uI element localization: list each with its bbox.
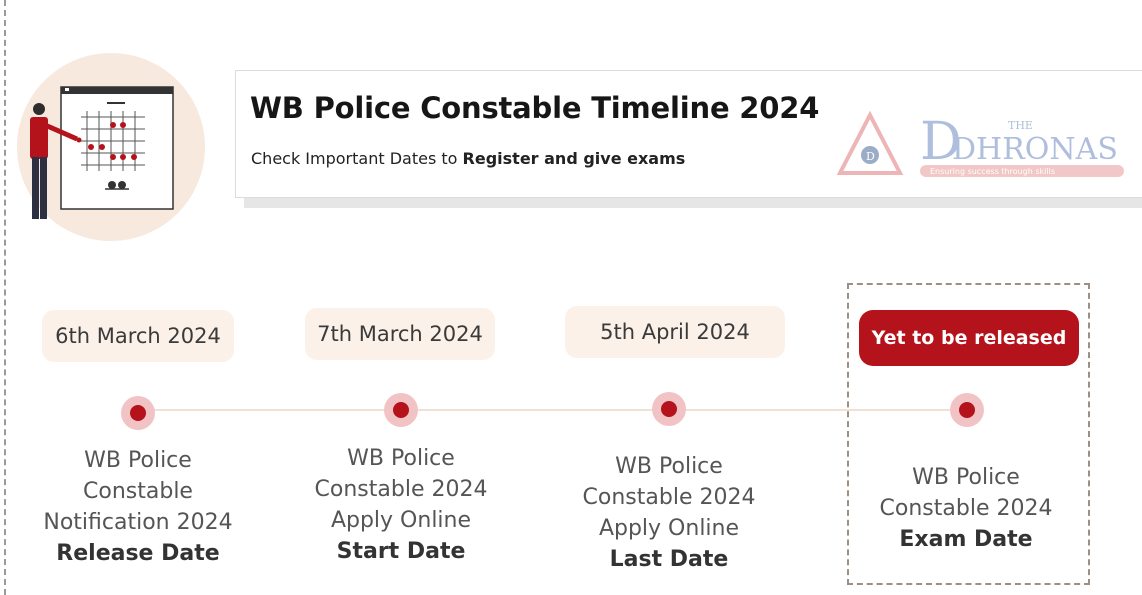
desc-label: Last Date bbox=[609, 547, 729, 572]
desc-line: Constable 2024 bbox=[879, 496, 1053, 521]
desc-line: Notification 2024 bbox=[43, 510, 233, 535]
presenter-board-icon bbox=[30, 86, 174, 219]
subtitle-bold-text: Register and give exams bbox=[462, 149, 686, 168]
date-badge-release: 6th March 2024 bbox=[42, 310, 234, 362]
page-subtitle: Check Important Dates to Register and gi… bbox=[251, 149, 685, 168]
date-badge-start: 7th March 2024 bbox=[305, 308, 495, 360]
logo-the: THE bbox=[1008, 119, 1033, 132]
timeline-dot-start bbox=[384, 393, 418, 427]
timeline-description-exam: WB Police Constable 2024 Exam Date bbox=[856, 462, 1076, 555]
desc-label: Exam Date bbox=[899, 527, 1033, 552]
desc-line: Apply Online bbox=[330, 508, 472, 533]
desc-line: WB Police bbox=[84, 448, 192, 473]
subtitle-text: Check Important Dates to bbox=[251, 149, 463, 168]
desc-line: Constable 2024 bbox=[582, 485, 756, 510]
desc-line: Constable 2024 bbox=[314, 477, 488, 502]
timeline-description-start: WB Police Constable 2024 Apply Online St… bbox=[291, 443, 511, 567]
desc-line: WB Police bbox=[912, 465, 1020, 490]
timeline-dot-release bbox=[121, 396, 155, 430]
desc-label: Release Date bbox=[56, 541, 220, 566]
svg-text:D: D bbox=[866, 150, 875, 163]
desc-label: Start Date bbox=[336, 539, 466, 564]
dhronas-logo: D D THE DHRONAS Ensuring success through… bbox=[834, 107, 1134, 187]
desc-line: WB Police bbox=[347, 446, 455, 471]
timeline-description-release: WB Police Constable Notification 2024 Re… bbox=[28, 445, 248, 569]
page-title: WB Police Constable Timeline 2024 bbox=[250, 91, 820, 125]
logo-name: DHRONAS bbox=[952, 132, 1118, 167]
logo-tagline: Ensuring success through skills bbox=[930, 167, 1055, 176]
timeline-dot-last bbox=[652, 392, 686, 426]
presenter-illustration bbox=[17, 53, 205, 241]
desc-line: Constable bbox=[83, 479, 193, 504]
date-badge-exam: Yet to be released bbox=[859, 310, 1079, 366]
desc-line: WB Police bbox=[615, 454, 723, 479]
timeline-dot-exam bbox=[950, 393, 984, 427]
timeline-line bbox=[140, 409, 970, 411]
left-dashed-border bbox=[4, 0, 6, 595]
timeline-description-last: WB Police Constable 2024 Apply Online La… bbox=[559, 451, 779, 575]
header-card: WB Police Constable Timeline 2024 Check … bbox=[235, 70, 1142, 198]
desc-line: Apply Online bbox=[598, 516, 740, 541]
date-badge-last: 5th April 2024 bbox=[565, 306, 785, 358]
